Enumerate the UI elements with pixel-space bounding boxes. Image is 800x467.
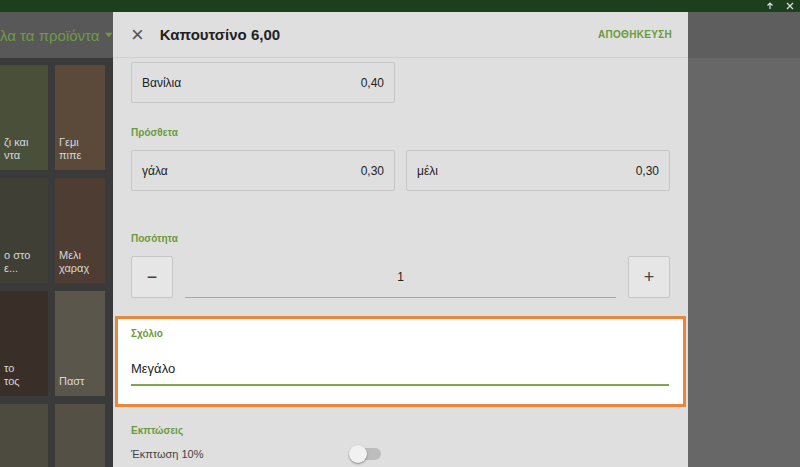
switch-knob xyxy=(349,445,367,463)
extra-price: 0,30 xyxy=(636,164,659,178)
product-tile[interactable]: ζι και ντα xyxy=(0,65,48,170)
main: λα τα προϊόντα ζι και ντα Γεμι πιπε ο στο ε… xyxy=(0,12,800,467)
product-tile[interactable]: το τος xyxy=(0,291,48,396)
dialog-body: Βανίλια 0,40 Πρόσθετα γάλα 0,30 μέλι 0,30 Ποσότ… xyxy=(113,58,688,460)
option-row: Βανίλια 0,40 xyxy=(131,62,670,103)
extra-box[interactable]: γάλα 0,30 xyxy=(131,150,395,191)
product-label: Παστ xyxy=(59,375,84,388)
section-label: Εκπτώσεις xyxy=(131,425,670,436)
product-tile[interactable]: ο στο ε... xyxy=(0,178,48,283)
top-strip xyxy=(0,0,800,12)
discount-switch[interactable] xyxy=(351,448,381,460)
close-icon[interactable] xyxy=(786,2,794,10)
product-label: ζι και ντα xyxy=(4,136,28,162)
product-tile[interactable]: Μελι χαραχ xyxy=(55,178,105,283)
product-tile[interactable]: Παστ xyxy=(55,291,105,396)
quantity-input[interactable]: 1 xyxy=(185,257,616,298)
section-label: Ποσότητα xyxy=(131,233,670,244)
category-selector[interactable]: λα τα προϊόντα xyxy=(0,12,113,58)
dialog-header: × Καπουτσίνο 6,00 ΑΠΟΘΗΚΕΥΣΗ xyxy=(113,12,688,58)
product-label: το τος xyxy=(4,362,20,388)
page: λα τα προϊόντα ζι και ντα Γεμι πιπε ο στο ε… xyxy=(0,0,800,467)
option-box[interactable]: Βανίλια 0,40 xyxy=(131,62,395,103)
product-label: Μελι χαραχ xyxy=(59,249,89,275)
section-label: Πρόσθετα xyxy=(131,127,670,138)
product-tile[interactable] xyxy=(55,404,105,467)
backdrop-right xyxy=(688,12,800,467)
sync-icon[interactable] xyxy=(766,2,774,10)
product-pane: λα τα προϊόντα ζι και ντα Γεμι πιπε ο στο ε… xyxy=(0,12,113,467)
option-price: 0,40 xyxy=(361,76,384,90)
discount-row: Έκπτωση 10% xyxy=(131,448,381,460)
extra-name: μέλι xyxy=(417,164,438,178)
extras-row: γάλα 0,30 μέλι 0,30 xyxy=(131,150,670,191)
comment-input[interactable]: Μεγάλο xyxy=(131,361,669,386)
extra-box[interactable]: μέλι 0,30 xyxy=(406,150,670,191)
minus-button[interactable]: − xyxy=(131,256,173,298)
plus-button[interactable]: + xyxy=(628,256,670,298)
dialog-title: Καπουτσίνο 6,00 xyxy=(160,26,582,43)
product-dialog: × Καπουτσίνο 6,00 ΑΠΟΘΗΚΕΥΣΗ Βανίλια 0,40 Πρό… xyxy=(113,12,688,467)
product-tile[interactable] xyxy=(0,404,48,467)
caret-down-icon[interactable] xyxy=(105,32,113,38)
product-grid: ζι και ντα Γεμι πιπε ο στο ε... Μελι χαραχ τ… xyxy=(0,58,113,467)
product-tile[interactable]: Γεμι πιπε xyxy=(55,65,105,170)
extra-price: 0,30 xyxy=(361,164,384,178)
discount-name: Έκπτωση 10% xyxy=(131,448,203,460)
extra-name: γάλα xyxy=(142,164,168,178)
product-label: ο στο ε... xyxy=(4,249,30,275)
quantity-row: −1 + xyxy=(131,256,670,298)
close-button[interactable]: × xyxy=(131,24,144,46)
category-title[interactable]: λα τα προϊόντα xyxy=(0,27,99,44)
comment-section: Σχόλιο Μεγάλο xyxy=(115,316,686,407)
comment-label: Σχόλιο xyxy=(131,328,669,339)
backdrop-header xyxy=(688,12,800,58)
product-label: Γεμι πιπε xyxy=(59,136,82,162)
option-name: Βανίλια xyxy=(142,76,181,90)
save-button[interactable]: ΑΠΟΘΗΚΕΥΣΗ xyxy=(598,29,672,40)
